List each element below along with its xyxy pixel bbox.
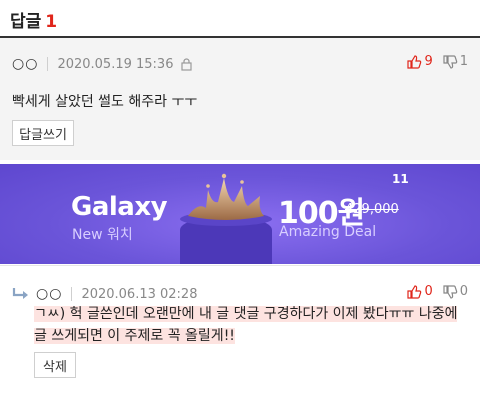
like-button[interactable]: 0	[407, 284, 433, 299]
like-count: 0	[424, 284, 433, 299]
thumbs-up-icon	[407, 54, 422, 69]
lock-icon	[181, 57, 193, 71]
like-button[interactable]: 9	[407, 54, 433, 69]
brand-logo: 11	[392, 172, 409, 186]
comment-author: ○○	[12, 56, 39, 72]
comment-votes: 0 0	[397, 284, 468, 299]
comment-date: 2020.06.13 02:28	[81, 286, 198, 302]
comment-text: 빡세게 살았던 썰도 해주라 ㅜㅜ	[12, 94, 198, 110]
dislike-button[interactable]: 0	[443, 284, 468, 299]
comment-author: ○○	[36, 286, 63, 302]
meta-divider	[47, 57, 49, 71]
meta-divider	[71, 287, 73, 301]
comment-votes: 9 1	[397, 54, 468, 69]
replies-title-label: 답글	[10, 12, 42, 32]
banner-original-price: 429,000	[345, 202, 399, 217]
comment-text: ㄱㅆ) 헉 글쓴인데 오랜만에 내 글 댓글 구경하다가 이제 봤다ㅠㅠ 나중에…	[34, 303, 474, 347]
dislike-button[interactable]: 1	[443, 54, 468, 69]
dislike-count: 1	[459, 54, 468, 69]
dislike-count: 0	[459, 284, 468, 299]
reply-button[interactable]: 답글쓰기	[12, 120, 74, 146]
reply-comment: ○○ 2020.06.13 02:28 0 0 ㄱㅆ) 헉 글쓴인데 오랜만에 …	[0, 265, 480, 410]
like-count: 9	[424, 54, 433, 69]
ad-banner[interactable]: Galaxy New 워치 100원 429,000 Amazing Deal …	[0, 164, 480, 264]
replies-title: 답글 1	[10, 7, 57, 32]
highlighted-text: ㄱㅆ) 헉 글쓴인데 오랜만에 내 글 댓글 구경하다가 이제 봤다ㅠㅠ 나중에…	[34, 306, 458, 344]
thumbs-down-icon	[443, 284, 457, 299]
replies-count: 1	[45, 12, 58, 32]
comment-date: 2020.05.19 15:36	[57, 56, 174, 72]
banner-subtitle: New 워치	[72, 227, 133, 243]
comment-meta: ○○ 2020.05.19 15:36	[12, 54, 193, 74]
thumbs-down-icon	[443, 54, 457, 69]
delete-button[interactable]: 삭제	[34, 352, 76, 378]
comment: ○○ 2020.05.19 15:36 9 1 빡세게 살았던 썰도 해주라 ㅜ…	[0, 38, 480, 160]
replies-header: 답글 1	[0, 0, 480, 38]
banner-product: Galaxy	[71, 192, 168, 222]
comment-meta: ○○ 2020.06.13 02:28	[12, 284, 197, 304]
reply-arrow-icon	[12, 287, 30, 301]
gold-splash-image	[188, 173, 264, 220]
thumbs-up-icon	[407, 284, 422, 299]
banner-deal: Amazing Deal	[279, 224, 377, 240]
